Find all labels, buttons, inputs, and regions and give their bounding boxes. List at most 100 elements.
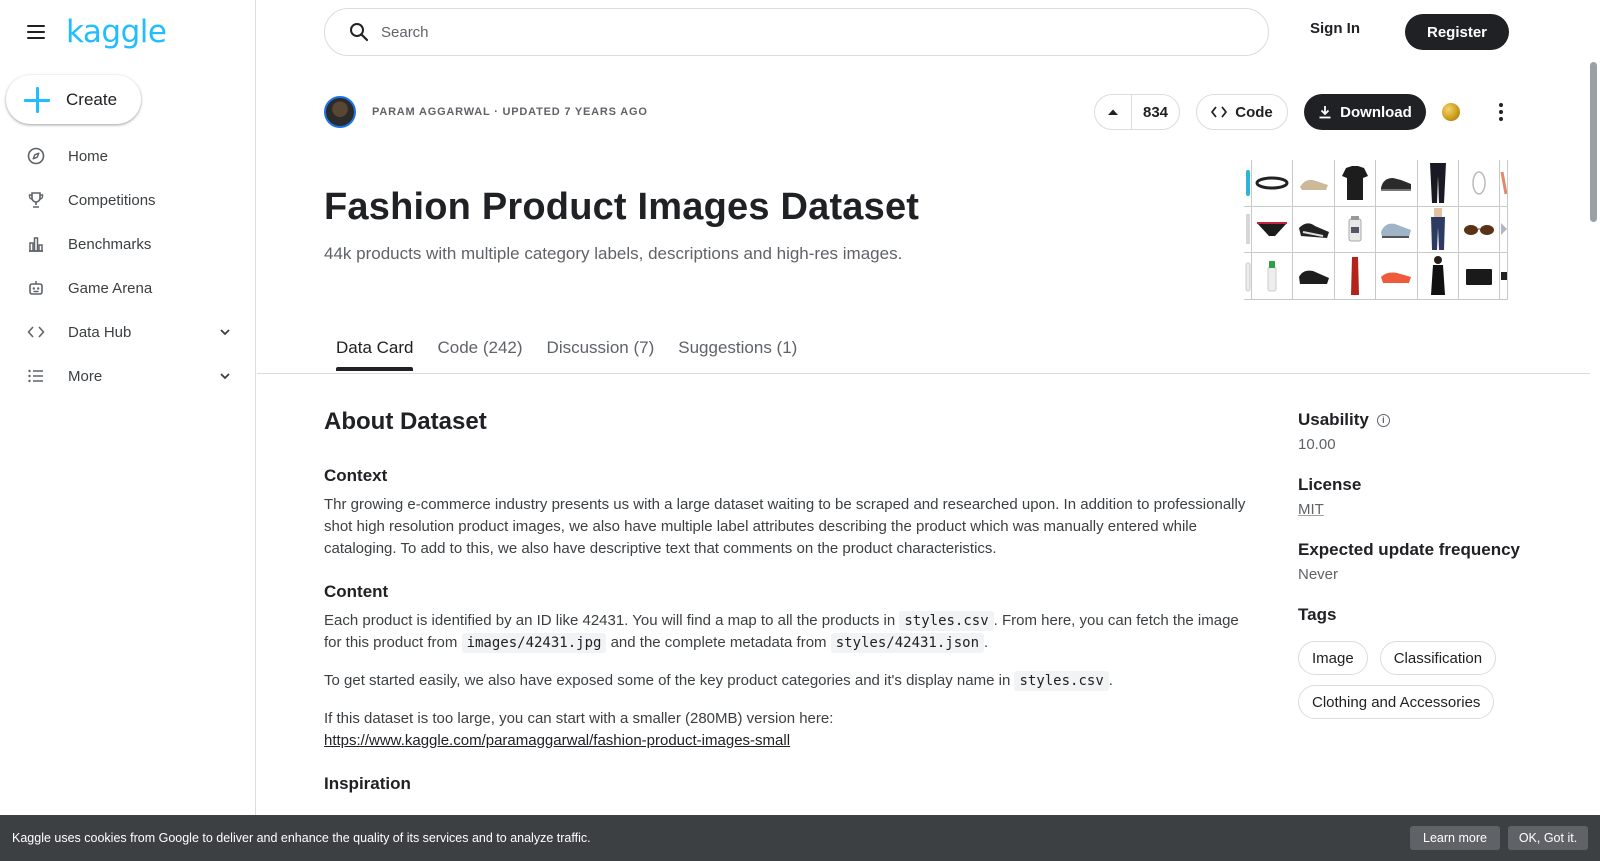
code-brackets-icon [26, 322, 46, 342]
dataset-cover-image [1244, 160, 1526, 300]
text-span: To get started easily, we also have expo… [324, 672, 1015, 689]
create-label: Create [66, 89, 118, 109]
dataset-metadata: Usability i 10.00 License MIT Expected u… [1298, 410, 1558, 741]
text-span: . [1108, 672, 1113, 689]
license-block: License MIT [1298, 475, 1558, 518]
bar-chart-icon [26, 234, 46, 254]
inline-code: styles/42431.json [830, 633, 985, 653]
sidebar-item-benchmarks[interactable]: Benchmarks [0, 222, 255, 266]
cover-cell [1458, 160, 1501, 207]
license-link[interactable]: MIT [1298, 501, 1558, 518]
cover-cell [1244, 160, 1252, 207]
register-button[interactable]: Register [1405, 14, 1509, 50]
create-button[interactable]: Create [6, 75, 141, 124]
sidebar-item-game-arena[interactable]: Game Arena [0, 266, 255, 310]
tabs-divider [257, 373, 1590, 374]
tags-block: Tags Image Classification Clothing and A… [1298, 605, 1558, 719]
page-title: Fashion Product Images Dataset [324, 186, 920, 228]
upvote-control: 834 [1094, 94, 1180, 130]
search-bar[interactable] [324, 8, 1269, 56]
cover-cell [1244, 253, 1252, 300]
inline-code: styles.csv [1014, 671, 1109, 691]
cover-cell [1376, 160, 1418, 207]
context-paragraph: Thr growing e-commerce industry presents… [324, 496, 1246, 557]
inline-code: styles.csv [899, 611, 994, 631]
page-subtitle: 44k products with multiple category labe… [324, 244, 903, 263]
cover-cell [1244, 206, 1252, 254]
cover-cell [1293, 206, 1335, 254]
medal-icon[interactable] [1442, 103, 1460, 121]
cover-cell [1252, 253, 1294, 300]
search-input[interactable] [381, 23, 1231, 41]
hamburger-menu-icon[interactable] [24, 20, 48, 44]
search-icon [350, 23, 369, 42]
update-frequency-value: Never [1298, 566, 1339, 583]
sidebar-item-label: Home [68, 147, 109, 165]
sidebar-item-home[interactable]: Home [0, 134, 255, 178]
text-span: If this dataset is too large, you can st… [324, 710, 834, 727]
cover-cell [1334, 206, 1377, 254]
usability-heading: Usability i [1298, 410, 1558, 430]
author-meta: PARAM AGGARWAL · UPDATED 7 YEARS AGO [372, 106, 648, 118]
code-button-label: Code [1235, 103, 1273, 121]
chevron-down-icon[interactable] [217, 324, 233, 340]
trophy-icon [26, 190, 46, 210]
cover-cell [1376, 253, 1418, 300]
small-dataset-link[interactable]: https://www.kaggle.com/paramaggarwal/fas… [324, 732, 790, 749]
about-heading: About Dataset [324, 408, 487, 435]
robot-icon [26, 278, 46, 298]
list-icon [26, 366, 46, 386]
more-options-icon[interactable] [1498, 100, 1504, 124]
usability-block: Usability i 10.00 [1298, 410, 1558, 453]
code-button[interactable]: Code [1196, 94, 1288, 130]
content-paragraph-1: Each product is identified by an ID like… [324, 610, 1259, 654]
cover-cell [1376, 206, 1418, 254]
cover-cell [1334, 253, 1377, 300]
tab-data-card[interactable]: Data Card [336, 334, 414, 372]
tag-chip[interactable]: Clothing and Accessories [1298, 685, 1495, 719]
license-label: License [1298, 475, 1362, 494]
tab-code[interactable]: Code (242) [437, 334, 522, 372]
text-span: and the complete metadata from [606, 634, 831, 651]
tag-chip[interactable]: Image [1298, 641, 1368, 675]
download-button[interactable]: Download [1304, 94, 1426, 130]
chevron-down-icon[interactable] [217, 368, 233, 384]
cover-cell [1252, 160, 1294, 207]
scrollbar-thumb[interactable] [1590, 62, 1597, 222]
cover-cell [1417, 253, 1459, 300]
content-paragraph-3: If this dataset is too large, you can st… [324, 708, 1259, 752]
sidebar-item-label: Competitions [68, 191, 156, 209]
tab-suggestions[interactable]: Suggestions (1) [678, 334, 797, 372]
author-row: PARAM AGGARWAL · UPDATED 7 YEARS AGO [324, 96, 648, 128]
tag-chip[interactable]: Classification [1379, 641, 1497, 675]
cover-cell [1500, 160, 1509, 207]
cookie-ok-button[interactable]: OK, Got it. [1508, 826, 1588, 850]
cover-cell [1252, 206, 1294, 254]
usability-label: Usability [1298, 410, 1369, 429]
sidebar-item-data-hub[interactable]: Data Hub [0, 310, 255, 354]
sidebar-item-label: Data Hub [68, 323, 132, 341]
sidebar-nav: Home Competitions Benchmarks Game Arena … [0, 134, 255, 398]
learn-more-button[interactable]: Learn more [1410, 826, 1500, 850]
tab-discussion[interactable]: Discussion (7) [547, 334, 655, 372]
text-span: Each product is identified by an ID like… [324, 612, 900, 629]
sidebar-item-label: More [68, 367, 103, 385]
sidebar-item-more[interactable]: More [0, 354, 255, 398]
inspiration-heading: Inspiration [324, 774, 411, 793]
brand: kaggle [24, 14, 167, 50]
cover-cell [1334, 160, 1377, 207]
content-heading: Content [324, 582, 389, 601]
sidebar-item-label: Game Arena [68, 279, 153, 297]
content-paragraph-2: To get started easily, we also have expo… [324, 670, 1259, 692]
kaggle-logo[interactable]: kaggle [66, 14, 167, 50]
text-span: . [984, 634, 989, 651]
info-icon[interactable]: i [1376, 413, 1390, 427]
sign-in-button[interactable]: Sign In [1310, 20, 1360, 44]
upvote-button[interactable] [1095, 95, 1132, 129]
cover-cell [1293, 160, 1335, 207]
avatar[interactable] [324, 96, 356, 128]
sidebar-item-competitions[interactable]: Competitions [0, 178, 255, 222]
tab-bar: Data Card Code (242) Discussion (7) Sugg… [336, 334, 797, 372]
usability-value: 10.00 [1298, 436, 1336, 453]
tag-list: Image Classification Clothing and Access… [1298, 641, 1528, 719]
